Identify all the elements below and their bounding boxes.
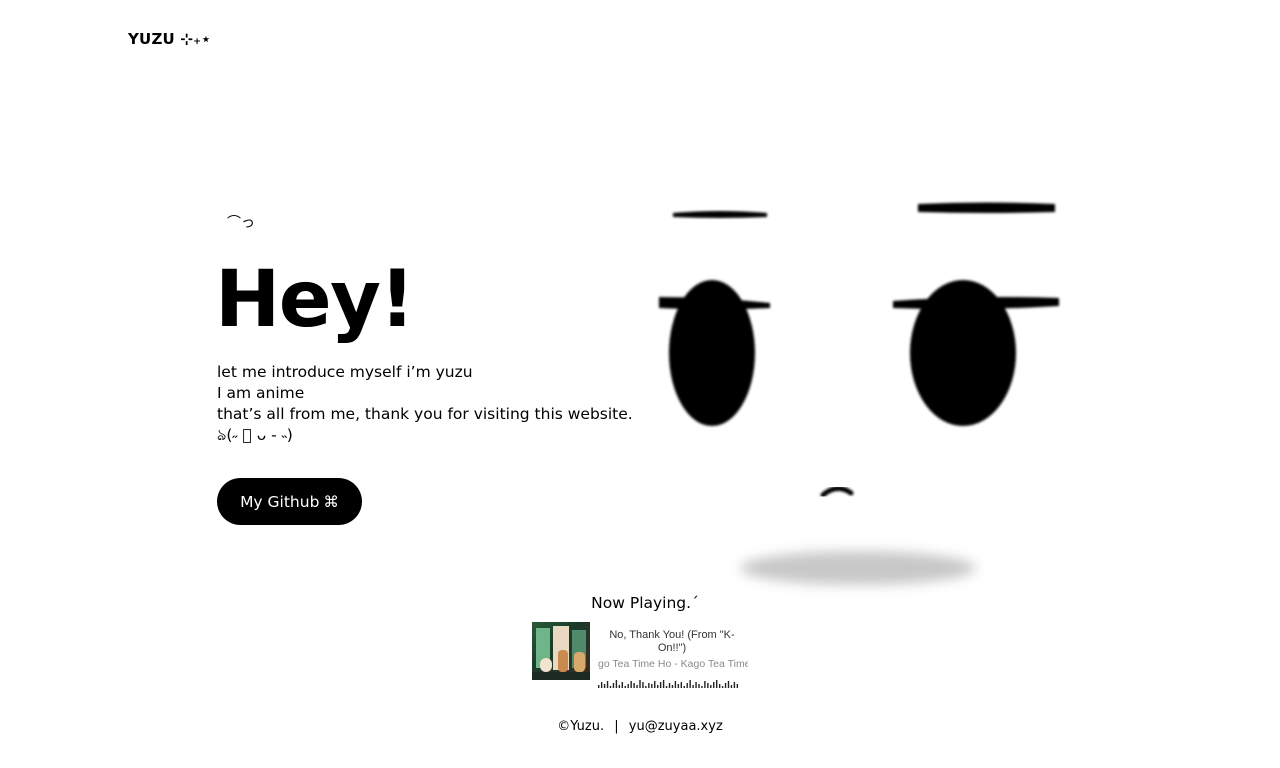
face-illustration <box>659 202 1059 585</box>
waveform-bar <box>659 682 662 688</box>
waveform-bar <box>639 680 641 688</box>
waveform-bar <box>600 682 603 688</box>
waveform-bar <box>733 682 736 688</box>
waveform-bar <box>606 681 609 688</box>
waveform-bar <box>598 685 600 688</box>
intro-text: let me introduce myself i’m yuzu I am an… <box>217 362 633 446</box>
waveform-bar <box>668 683 671 688</box>
waveform-bar <box>707 683 709 688</box>
footer: ©Yuzu. | yu@zuyaa.xyz <box>540 719 740 734</box>
album-art-image <box>532 622 590 680</box>
waveform-bar <box>727 681 730 688</box>
waveform-bar <box>721 686 724 688</box>
intro-line: that’s all from me, thank you for visiti… <box>217 405 633 423</box>
face-shadow <box>740 551 976 585</box>
waveform-bar <box>713 682 715 688</box>
kaomoji-decoration: ⌒⁠っ <box>227 215 255 231</box>
waveform-bar <box>695 682 697 688</box>
waveform-bar <box>730 685 733 688</box>
waveform-bar <box>698 684 700 688</box>
left-eyebrow <box>673 211 767 218</box>
waveform-bar <box>642 682 644 688</box>
waveform-bar <box>704 681 706 688</box>
waveform-bar <box>716 680 718 688</box>
waveform-bar <box>630 681 632 688</box>
waveform-bar <box>665 686 668 688</box>
waveform-bar <box>618 685 621 688</box>
waveform-bar <box>633 683 635 688</box>
waveform-bar <box>654 681 656 688</box>
footer-separator: | <box>614 719 619 734</box>
waveform-bar <box>677 684 680 688</box>
waveform-bar <box>710 685 712 688</box>
mouth <box>820 486 854 498</box>
waveform-bar <box>701 686 703 688</box>
waveform-bar <box>662 680 665 688</box>
waveform-bar <box>657 685 659 688</box>
intro-kaomoji: ঌ(˶ ॑ ᴗ - ˵) <box>217 426 293 444</box>
waveform-bar <box>689 680 691 688</box>
waveform-bar <box>636 685 638 688</box>
track-artist-marquee: go Tea Time Ho - Kago Tea Time <box>598 658 748 670</box>
waveform-visualizer <box>598 680 739 688</box>
waveform-bar <box>674 681 677 688</box>
waveform-bar <box>686 683 688 688</box>
right-eyebrow <box>918 202 1055 213</box>
email-link[interactable]: yu@zuyaa.xyz <box>629 719 723 734</box>
waveform-bar <box>671 685 674 688</box>
waveform-bar <box>603 684 606 688</box>
waveform-bar <box>612 683 615 688</box>
waveform-bar <box>736 684 739 688</box>
intro-line: I am anime <box>217 384 305 402</box>
waveform-bar <box>724 683 727 688</box>
page: YUZU ⊹₊⋆ ⌒⁠っ Hey! let me introduce mysel… <box>0 0 1280 768</box>
waveform-bar <box>615 680 618 688</box>
waveform-bar <box>683 686 685 688</box>
left-eye <box>659 280 770 426</box>
waveform-bar <box>609 686 612 688</box>
command-icon: ⌘ <box>323 492 339 511</box>
waveform-bar <box>627 684 629 688</box>
now-playing-heading: Now Playing.´ <box>591 594 699 612</box>
waveform-bar <box>624 686 626 688</box>
waveform-bar <box>651 684 653 688</box>
github-button[interactable]: My Github ⌘ <box>217 478 362 525</box>
hero-title: Hey! <box>215 255 415 345</box>
waveform-bar <box>648 683 650 688</box>
waveform-bar <box>680 682 682 688</box>
site-logo[interactable]: YUZU ⊹₊⋆ <box>128 30 211 48</box>
intro-line: let me introduce myself i’m yuzu <box>217 363 473 381</box>
copyright-text: ©Yuzu. <box>557 719 605 734</box>
waveform-bar <box>718 684 721 688</box>
right-eye <box>893 280 1059 426</box>
waveform-bar <box>692 685 694 688</box>
waveform-bar <box>645 686 647 688</box>
github-button-label: My Github <box>240 492 320 511</box>
music-player[interactable]: No, Thank You! (From "K-On!!") go Tea Ti… <box>532 622 748 688</box>
track-title: No, Thank You! (From "K-On!!") <box>609 629 735 654</box>
waveform-bar <box>621 682 623 688</box>
